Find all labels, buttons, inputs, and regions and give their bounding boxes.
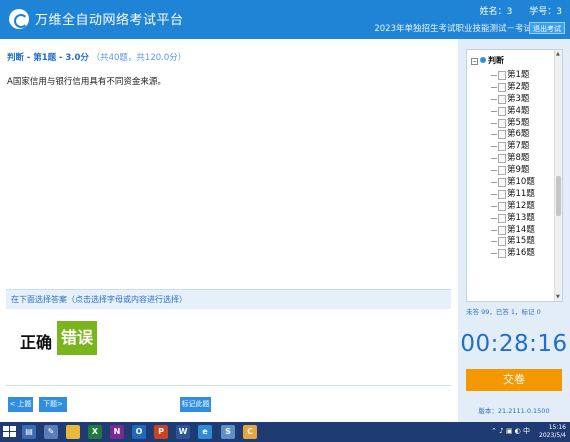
option-true[interactable]: 正确 bbox=[20, 329, 52, 353]
tree-root-label: 判断 bbox=[488, 56, 504, 65]
tree-item-question[interactable]: 第11题 bbox=[467, 188, 555, 200]
scroll-thumb[interactable] bbox=[556, 176, 561, 216]
tree-item-question[interactable]: 第14题 bbox=[467, 224, 555, 236]
folder-icon[interactable] bbox=[66, 425, 80, 439]
logo-swirl-icon bbox=[9, 9, 29, 29]
name-label: 姓名：3 bbox=[479, 7, 513, 17]
side-panel: − 判断 第1题 第2题 第3题 第4题 第5题 第6题 第7题 第8题 第9题 第10题 第11题第… bbox=[458, 39, 570, 422]
onenote-icon[interactable]: N bbox=[110, 425, 124, 439]
prev-question-button[interactable]: < 上题 bbox=[8, 397, 33, 412]
exam-name: 2023年单独招生考试职业技能测试－考试 bbox=[374, 24, 532, 34]
tree-item-question[interactable]: 第7题 bbox=[467, 140, 555, 152]
node-icon bbox=[480, 57, 486, 63]
tree-item-question[interactable]: 第12题 bbox=[467, 200, 555, 212]
next-question-button[interactable]: 下题> bbox=[39, 397, 67, 412]
question-tree: − 判断 第1题 第2题 第3题 第4题 第5题 第6题 第7题 第8题 第9题 第10题 第11题第… bbox=[466, 49, 563, 302]
header-bar: 万维全自动网络考试平台 姓名：3 学号：3 2023年单独招生考试职业技能测试－… bbox=[0, 0, 570, 39]
excel-icon[interactable]: X bbox=[88, 425, 102, 439]
question-score: 3.0分 bbox=[65, 53, 89, 63]
mark-question-button[interactable]: 标记此题 bbox=[180, 397, 211, 412]
outlook-icon[interactable]: O bbox=[132, 425, 146, 439]
student-id-label: 学号：3 bbox=[529, 7, 562, 17]
notes-icon[interactable]: ✎ bbox=[44, 425, 58, 439]
start-icon[interactable] bbox=[3, 426, 16, 438]
clock-time: 15:16 bbox=[548, 424, 566, 431]
tree-item-question[interactable]: 第3题 bbox=[467, 93, 555, 105]
examinee-info: 姓名：3 学号：3 bbox=[466, 4, 562, 17]
tree-item-question[interactable]: 第9题 bbox=[467, 164, 555, 176]
exit-exam-button[interactable]: 退出考试 bbox=[529, 22, 565, 34]
question-meta: （共40题，共120.0分） bbox=[91, 53, 187, 63]
clock-date: 2023/5/4 bbox=[539, 432, 566, 439]
question-panel: 判断 - 第1题 - 3.0分 （共40题，共120.0分） A国家信用与银行信… bbox=[0, 39, 458, 422]
divider bbox=[6, 385, 451, 386]
yellow-app-icon[interactable]: C bbox=[243, 425, 257, 439]
s-app-icon[interactable]: S bbox=[221, 425, 235, 439]
collapse-icon[interactable]: − bbox=[471, 58, 478, 65]
tree-item-question[interactable]: 第6题 bbox=[467, 128, 555, 140]
tree-item-question[interactable]: 第2题 bbox=[467, 81, 555, 93]
exam-window: 万维全自动网络考试平台 姓名：3 学号：3 2023年单独招生考试职业技能测试－… bbox=[0, 0, 570, 442]
scroll-down-icon[interactable]: ▼ bbox=[556, 294, 560, 300]
system-tray[interactable]: ⌃ ♪ ▣ ◐ 中 bbox=[491, 426, 530, 436]
question-header: 判断 - 第1题 - 3.0分 （共40题，共120.0分） bbox=[7, 53, 187, 63]
question-type: 判断 bbox=[7, 53, 25, 63]
tree-item-question[interactable]: 第1题 bbox=[467, 69, 555, 81]
clock[interactable]: 15:16 2023/5/4 bbox=[539, 424, 566, 440]
app-title: 万维全自动网络考试平台 bbox=[35, 13, 184, 28]
ie-icon[interactable]: e bbox=[198, 425, 212, 439]
countdown-timer: 00:28:16 bbox=[460, 331, 568, 357]
tree-item-question[interactable]: 第10题 bbox=[467, 176, 555, 188]
tree-list: 第1题 第2题 第3题 第4题 第5题 第6题 第7题 第8题 第9题 第10题 第11题 第12题第… bbox=[467, 69, 555, 259]
file-explorer-icon[interactable]: ▤ bbox=[22, 425, 36, 439]
tree-root[interactable]: − 判断 bbox=[471, 55, 504, 66]
tree-item-question[interactable]: 第4题 bbox=[467, 105, 555, 117]
option-false-selected[interactable]: 错误 bbox=[57, 321, 97, 355]
question-number: 第1题 bbox=[33, 53, 57, 63]
answer-hint: 在下面选择答案（点击选择字母或内容进行选择） bbox=[6, 289, 451, 309]
word-icon[interactable]: W bbox=[176, 425, 190, 439]
tree-item-question[interactable]: 第8题 bbox=[467, 152, 555, 164]
taskbar: ▤ ✎ X N O P W e S C ⌃ ♪ ▣ ◐ 中 15:16 2023… bbox=[0, 422, 570, 442]
tree-scrollbar[interactable]: ▲ ▼ bbox=[554, 50, 562, 301]
scroll-up-icon[interactable]: ▲ bbox=[556, 51, 560, 57]
answer-status: 未答 99，已答 1，标记 0 bbox=[466, 308, 541, 316]
tree-item-question[interactable]: 第5题 bbox=[467, 117, 555, 129]
version-label: 版本：21.2111.0.1500 bbox=[478, 407, 550, 415]
tree-item-question[interactable]: 第16题 bbox=[467, 247, 555, 259]
powerpoint-icon[interactable]: P bbox=[154, 425, 168, 439]
question-text: A国家信用与银行信用具有不同资金来源。 bbox=[7, 77, 166, 87]
tree-item-question[interactable]: 第15题 bbox=[467, 235, 555, 247]
tree-item-question[interactable]: 第13题 bbox=[467, 212, 555, 224]
submit-exam-button[interactable]: 交卷 bbox=[466, 369, 562, 391]
